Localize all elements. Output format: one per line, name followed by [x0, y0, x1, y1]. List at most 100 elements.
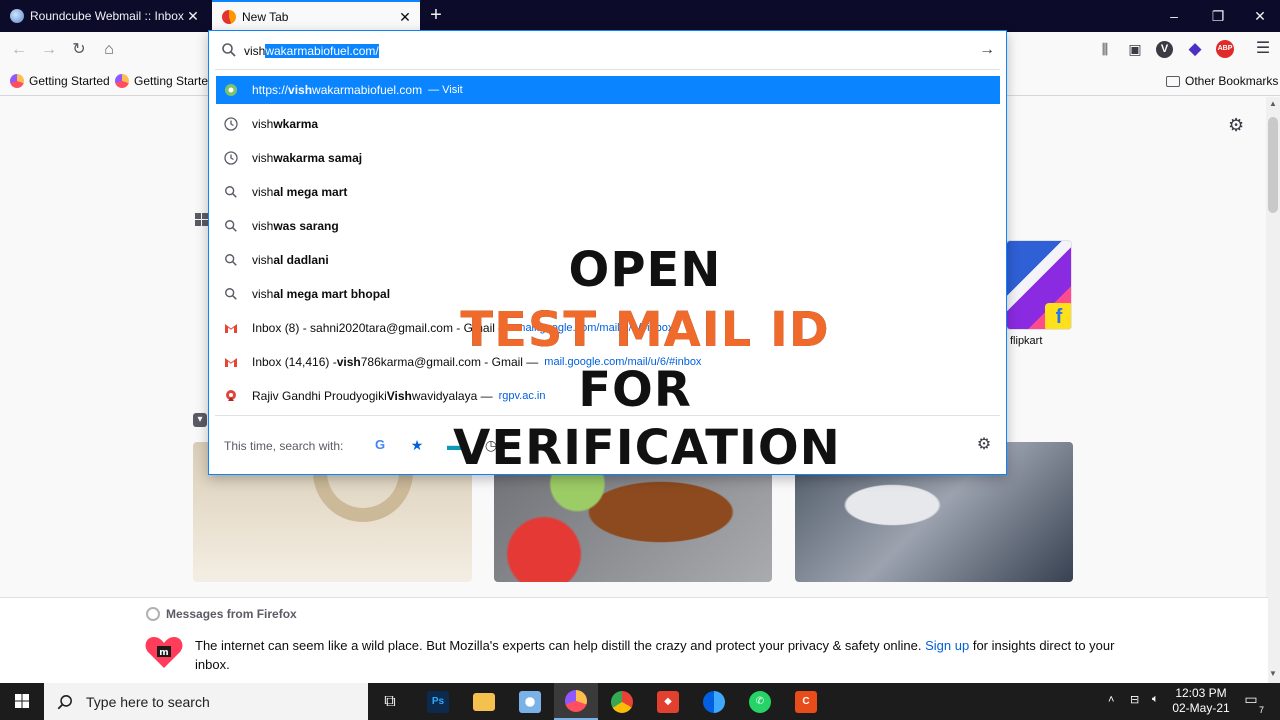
- adblock-plus-icon[interactable]: ABP: [1216, 40, 1234, 58]
- clock[interactable]: 12:03 PM 02-May-21: [1166, 686, 1236, 716]
- photoshop-app[interactable]: Ps: [416, 683, 460, 720]
- file-explorer-app[interactable]: [462, 683, 506, 720]
- notification-count: 7: [1258, 705, 1264, 715]
- chrome-app[interactable]: [600, 683, 644, 720]
- search-icon: [57, 694, 72, 709]
- volume-icon[interactable]: 🔈︎: [1152, 693, 1159, 706]
- gmail-icon: [223, 320, 239, 336]
- paint-icon: [519, 690, 541, 713]
- anydesk-icon: ◆: [657, 690, 679, 713]
- go-arrow-icon[interactable]: →: [977, 40, 997, 60]
- close-window-button[interactable]: ✕: [1238, 0, 1280, 32]
- gmail-icon: [223, 354, 239, 370]
- personalize-gear-icon[interactable]: ⚙: [1228, 115, 1244, 136]
- whatsapp-app[interactable]: ✆: [738, 683, 782, 720]
- taskbar-search-box[interactable]: Type here to search: [44, 683, 368, 720]
- notifications-icon[interactable]: ▭ 7: [1240, 691, 1264, 715]
- suggestion-url: mail.google.com/mail/u/1/#inbox: [516, 322, 674, 334]
- new-tab-button[interactable]: +: [424, 4, 448, 28]
- firefox-favicon-icon: [222, 10, 236, 24]
- suggestion-rest: wakarmabiofuel.com: [312, 83, 423, 97]
- suggestion-typed: vish: [252, 117, 274, 131]
- sidebar-icon[interactable]: ▣: [1126, 40, 1144, 58]
- suggestion-typed: vish: [252, 219, 274, 233]
- firefox-icon: [10, 74, 24, 88]
- roundcube-favicon-icon: [10, 9, 24, 23]
- task-view-button[interactable]: ⧉: [368, 683, 412, 720]
- suggestion-text: wavidyalaya —: [411, 389, 493, 403]
- scroll-up-arrow-icon[interactable]: ▲: [1268, 99, 1278, 108]
- bookmark-getting-started[interactable]: Getting Started: [10, 74, 110, 88]
- scroll-down-arrow-icon[interactable]: ▼: [1268, 669, 1278, 678]
- suggestion-rest: wakarma samaj: [273, 151, 363, 165]
- history-icon[interactable]: ◷: [483, 437, 499, 453]
- windows-taskbar: Type here to search ⧉ Ps ◆ ✆ C ˄ ⊟ 🔈︎ 12…: [0, 683, 1280, 720]
- other-bookmarks[interactable]: Other Bookmarks: [1166, 74, 1278, 88]
- search-icon: [223, 286, 239, 302]
- suggestion-item[interactable]: Inbox (14,416) - vish 786karma@gmail.com …: [216, 348, 1000, 376]
- top-sites-grid-icon: [195, 213, 208, 226]
- firefox-dev-app[interactable]: [692, 683, 736, 720]
- sign-up-link[interactable]: Sign up: [925, 638, 969, 653]
- bookmark-label: Getting Started: [29, 74, 110, 88]
- suggestion-rest: wkarma: [273, 117, 319, 131]
- suggestion-item[interactable]: vish was sarang: [216, 212, 1000, 240]
- whatsapp-icon: ✆: [749, 690, 771, 713]
- extension-v-icon[interactable]: V: [1156, 41, 1173, 58]
- suggestion-rest: was sarang: [273, 219, 339, 233]
- bookmark-label: Getting Started: [134, 74, 215, 88]
- url-autofill-text: wakarmabiofuel.com/: [265, 44, 379, 58]
- suggestion-item[interactable]: vish wkarma: [216, 110, 1000, 138]
- messages-title: Messages from Firefox: [166, 607, 297, 621]
- maximize-button[interactable]: ❐: [1196, 0, 1240, 32]
- suggestion-item[interactable]: Inbox (8) - sahni2020tara@gmail.com - Gm…: [216, 314, 1000, 342]
- suggestion-typed: vish: [252, 185, 274, 199]
- message-text: The internet can seem like a wild place.…: [195, 638, 922, 653]
- firefox-app[interactable]: [554, 683, 598, 720]
- network-icon[interactable]: ⊟: [1130, 693, 1139, 706]
- bookmarks-star-icon[interactable]: ★: [409, 437, 425, 453]
- home-button[interactable]: ⌂: [98, 39, 120, 61]
- suggestion-item[interactable]: https://vish wakarmabiofuel.com — Visit: [216, 76, 1000, 104]
- anydesk-app[interactable]: ◆: [646, 683, 690, 720]
- clock-time: 12:03 PM: [1175, 686, 1227, 700]
- folder-icon: [473, 692, 495, 711]
- suggestion-item[interactable]: vish wakarma samaj: [216, 144, 1000, 172]
- hamburger-menu-icon[interactable]: ☰: [1254, 40, 1272, 58]
- minimize-button[interactable]: –: [1152, 0, 1196, 32]
- camtasia-app[interactable]: C: [784, 683, 828, 720]
- google-search-icon[interactable]: G: [372, 437, 388, 453]
- suggestion-item[interactable]: vish al mega mart: [216, 178, 1000, 206]
- bookmark-getting-started[interactable]: Getting Started: [115, 74, 215, 88]
- search-icon: [223, 252, 239, 268]
- paint-app[interactable]: [508, 683, 552, 720]
- start-button[interactable]: [0, 683, 44, 720]
- chevron-up-icon[interactable]: ˄: [1108, 694, 1114, 706]
- extension-diamond-icon[interactable]: ◆: [1186, 40, 1204, 58]
- search-settings-gear-icon[interactable]: ⚙: [975, 436, 993, 454]
- url-typed-text: vish: [244, 44, 266, 58]
- close-tab-icon[interactable]: ✕: [398, 10, 412, 24]
- library-icon[interactable]: ⫼: [1096, 40, 1114, 58]
- flipkart-logo-icon: f: [1045, 303, 1071, 329]
- scrollbar-thumb[interactable]: [1268, 117, 1278, 213]
- suggestion-item[interactable]: vish al mega mart bhopal: [216, 280, 1000, 308]
- forward-button[interactable]: →: [38, 39, 60, 61]
- tabs-icon[interactable]: ▬: [446, 437, 462, 453]
- tab-label: New Tab: [242, 10, 289, 24]
- chrome-icon: [611, 690, 633, 713]
- back-button[interactable]: ←: [8, 39, 30, 61]
- suggestion-item[interactable]: Rajiv Gandhi Proudyogiki Vish wavidyalaya…: [216, 382, 1000, 410]
- chevron-down-icon[interactable]: ▾: [193, 413, 207, 427]
- tab-new-tab[interactable]: New Tab ✕: [212, 0, 420, 32]
- suggestion-item[interactable]: vish al dadlani: [216, 246, 1000, 274]
- reload-button[interactable]: ↻: [68, 39, 90, 61]
- top-site-flipkart[interactable]: f: [1006, 240, 1072, 330]
- suggestion-rest: al mega mart: [273, 185, 348, 199]
- tab-roundcube[interactable]: Roundcube Webmail :: Inbox ✕: [0, 0, 208, 32]
- history-icon: [223, 116, 239, 132]
- url-input[interactable]: vishwakarmabiofuel.com/: [244, 42, 379, 60]
- close-tab-icon[interactable]: ✕: [186, 9, 200, 23]
- divider: [215, 69, 1000, 70]
- rgpv-icon: [223, 388, 239, 404]
